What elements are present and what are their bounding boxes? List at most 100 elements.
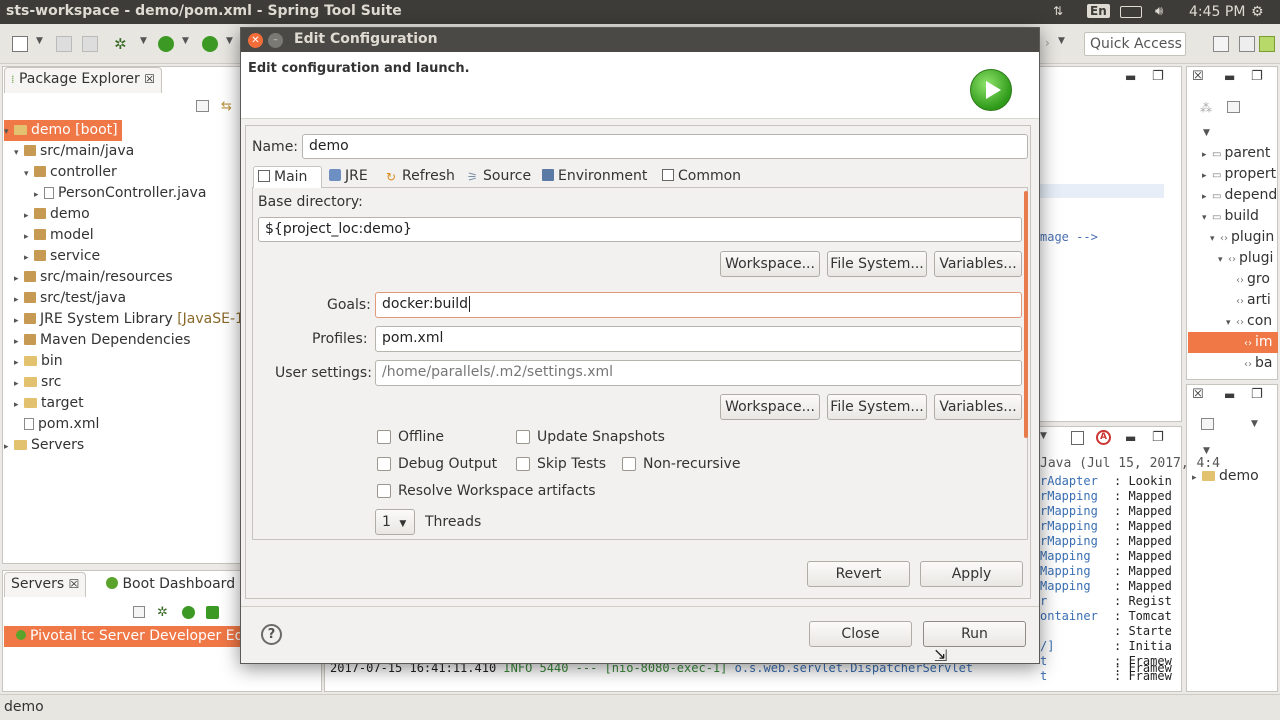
profiles-input[interactable]: pom.xml bbox=[375, 326, 1022, 352]
revert-button[interactable]: Revert bbox=[807, 561, 910, 587]
editor-comment[interactable]: mage --> bbox=[1040, 230, 1098, 244]
collapse-arrow-icon[interactable]: ▸ bbox=[24, 227, 34, 248]
skip-tests-checkbox[interactable] bbox=[516, 457, 530, 471]
close-icon[interactable]: ☒ bbox=[144, 72, 155, 86]
volume-icon[interactable]: 🔊︎ bbox=[1155, 4, 1163, 19]
debug-output-checkbox[interactable] bbox=[377, 457, 391, 471]
maximize-icon[interactable]: ❐ bbox=[1251, 387, 1263, 402]
tab-package-explorer[interactable]: ⁞ Package Explorer ☒ bbox=[4, 67, 162, 93]
resolve-workspace-checkbox[interactable] bbox=[377, 484, 391, 498]
non-recursive-checkbox[interactable] bbox=[622, 457, 636, 471]
outline-item[interactable]: ▸ ▭ propert bbox=[1202, 164, 1276, 185]
goals-input[interactable]: docker:build bbox=[375, 292, 1022, 318]
expand-arrow-icon[interactable]: ▾ bbox=[14, 143, 24, 164]
workspace-button-2[interactable]: Workspace... bbox=[720, 394, 820, 420]
outline-item[interactable]: ▸ ▭ depend bbox=[1202, 185, 1277, 206]
tab-boot-dashboard[interactable]: Boot Dashboard bbox=[106, 576, 235, 592]
expand-arrow-icon[interactable]: ▾ bbox=[1210, 229, 1220, 250]
quick-access-input[interactable]: Quick Access bbox=[1084, 32, 1186, 56]
collapse-arrow-icon[interactable]: ▸ bbox=[24, 248, 34, 269]
tab-main[interactable]: Main bbox=[253, 166, 322, 188]
clock[interactable]: 4:45 PM bbox=[1189, 4, 1245, 20]
outline-item[interactable]: ▾ ‹› plugi bbox=[1218, 248, 1273, 269]
debug-icon[interactable]: ✲ bbox=[114, 36, 130, 52]
new-dropdown-icon[interactable]: ▼ bbox=[36, 36, 52, 52]
profile-server-icon[interactable] bbox=[206, 606, 219, 619]
tree-item[interactable]: ▸ bin bbox=[14, 351, 63, 372]
network-icon[interactable]: ⇅ bbox=[1053, 4, 1063, 18]
run-button[interactable]: Run bbox=[923, 621, 1026, 647]
battery-icon[interactable] bbox=[1120, 6, 1142, 18]
dialog-minimize-icon[interactable]: – bbox=[268, 33, 283, 48]
scrollbar-thumb[interactable] bbox=[1024, 191, 1028, 438]
run-external-icon[interactable] bbox=[202, 36, 218, 52]
tree-item[interactable]: ▾ controller bbox=[24, 162, 117, 183]
dialog-close-icon[interactable]: ✕ bbox=[248, 33, 263, 48]
toolbar-overflow-icon[interactable]: ▼ bbox=[1058, 36, 1074, 52]
variables-button[interactable]: Variables... bbox=[934, 251, 1022, 277]
minimize-icon[interactable]: ▬ bbox=[1125, 70, 1136, 84]
tree-item[interactable]: ▸ Maven Dependencies bbox=[14, 330, 191, 351]
close-icon[interactable]: ☒ bbox=[69, 577, 80, 591]
base-directory-input[interactable]: ${project_loc:demo} bbox=[258, 217, 1022, 242]
maximize-icon[interactable]: ❐ bbox=[1152, 430, 1164, 445]
collapse-arrow-icon[interactable]: ▸ bbox=[14, 374, 24, 395]
tree-item[interactable]: ▾ src/main/java bbox=[14, 141, 134, 162]
outline-item[interactable]: ‹› arti bbox=[1226, 290, 1271, 311]
name-input[interactable]: demo bbox=[302, 134, 1028, 159]
collapse-arrow-icon[interactable]: ▸ bbox=[14, 395, 24, 416]
server-item[interactable]: Pivotal tc Server Developer Edi bbox=[4, 626, 242, 647]
outline-item[interactable]: ▸ ▭ parent bbox=[1202, 143, 1270, 164]
outline-item[interactable]: ▾ ‹› con bbox=[1226, 311, 1272, 332]
file-system-button[interactable]: File System... bbox=[827, 251, 927, 277]
workspace-button[interactable]: Workspace... bbox=[720, 251, 820, 277]
tree-item[interactable]: ▸ JRE System Library [JavaSE-1 bbox=[14, 309, 244, 330]
ant-console-icon[interactable]: A bbox=[1096, 430, 1111, 445]
expand-arrow-icon[interactable]: ▸ bbox=[1202, 166, 1212, 187]
tab-environment[interactable]: Environment bbox=[538, 166, 656, 188]
start-server-icon[interactable] bbox=[182, 606, 195, 619]
console-dropdown-icon[interactable]: ▼ bbox=[1040, 431, 1047, 441]
collapse-icon[interactable] bbox=[1227, 101, 1240, 113]
collapse-icon[interactable] bbox=[1201, 418, 1214, 430]
close-button[interactable]: Close bbox=[809, 621, 912, 647]
help-icon[interactable]: ? bbox=[261, 624, 282, 645]
tree-item[interactable]: ▸ src/test/java bbox=[14, 288, 126, 309]
power-gear-icon[interactable]: ⚙ bbox=[1251, 4, 1264, 20]
minimize-icon[interactable]: ▬ bbox=[1224, 70, 1235, 84]
tab-source[interactable]: ⚞ Source bbox=[463, 166, 536, 188]
expand-arrow-icon[interactable]: ▾ bbox=[1202, 208, 1212, 229]
sort-icon[interactable]: ⁂ bbox=[1200, 101, 1212, 115]
dropdown-icon[interactable]: ▼ bbox=[1203, 446, 1210, 456]
pin-console-icon[interactable] bbox=[1071, 431, 1084, 445]
tab-jre[interactable]: JRE bbox=[325, 166, 380, 188]
save-all-icon[interactable] bbox=[82, 36, 98, 52]
variables-button-2[interactable]: Variables... bbox=[934, 394, 1022, 420]
view-menu-icon[interactable]: ▼ bbox=[1251, 419, 1258, 429]
run-icon[interactable] bbox=[158, 36, 174, 52]
threads-select[interactable]: 1 ▼ bbox=[375, 509, 415, 535]
collapse-arrow-icon[interactable]: ▸ bbox=[14, 353, 24, 374]
collapse-all-icon[interactable] bbox=[196, 100, 209, 112]
tree-item[interactable]: ▸ model bbox=[24, 225, 94, 246]
run-dropdown-icon[interactable]: ▼ bbox=[182, 36, 198, 52]
spring-perspective-icon[interactable] bbox=[1259, 36, 1275, 52]
collapse-arrow-icon[interactable]: ▸ bbox=[34, 185, 44, 206]
maximize-icon[interactable]: ❐ bbox=[1251, 69, 1263, 84]
tab-refresh[interactable]: ↻ Refresh bbox=[382, 166, 460, 188]
collapse-arrow-icon[interactable]: ▸ bbox=[4, 437, 14, 458]
collapse-icon[interactable] bbox=[133, 606, 145, 618]
minimize-icon[interactable]: ▬ bbox=[1224, 388, 1235, 402]
tree-item[interactable]: ▸ demo bbox=[24, 204, 90, 225]
tree-item[interactable]: ▸ src bbox=[14, 372, 61, 393]
collapse-arrow-icon[interactable]: ▸ bbox=[14, 332, 24, 353]
tree-item[interactable]: ▾ demo [boot] bbox=[4, 120, 122, 141]
tree-item[interactable]: ▸ target bbox=[14, 393, 84, 414]
save-icon[interactable] bbox=[56, 36, 72, 52]
outline-item[interactable]: ‹› ba bbox=[1234, 353, 1272, 373]
expand-arrow-icon[interactable]: ▸ bbox=[1202, 145, 1212, 166]
open-perspective-icon[interactable] bbox=[1213, 36, 1229, 52]
collapse-arrow-icon[interactable]: ▸ bbox=[14, 269, 24, 290]
expand-arrow-icon[interactable]: ▾ bbox=[1226, 313, 1236, 334]
collapse-arrow-icon[interactable]: ▸ bbox=[14, 290, 24, 311]
